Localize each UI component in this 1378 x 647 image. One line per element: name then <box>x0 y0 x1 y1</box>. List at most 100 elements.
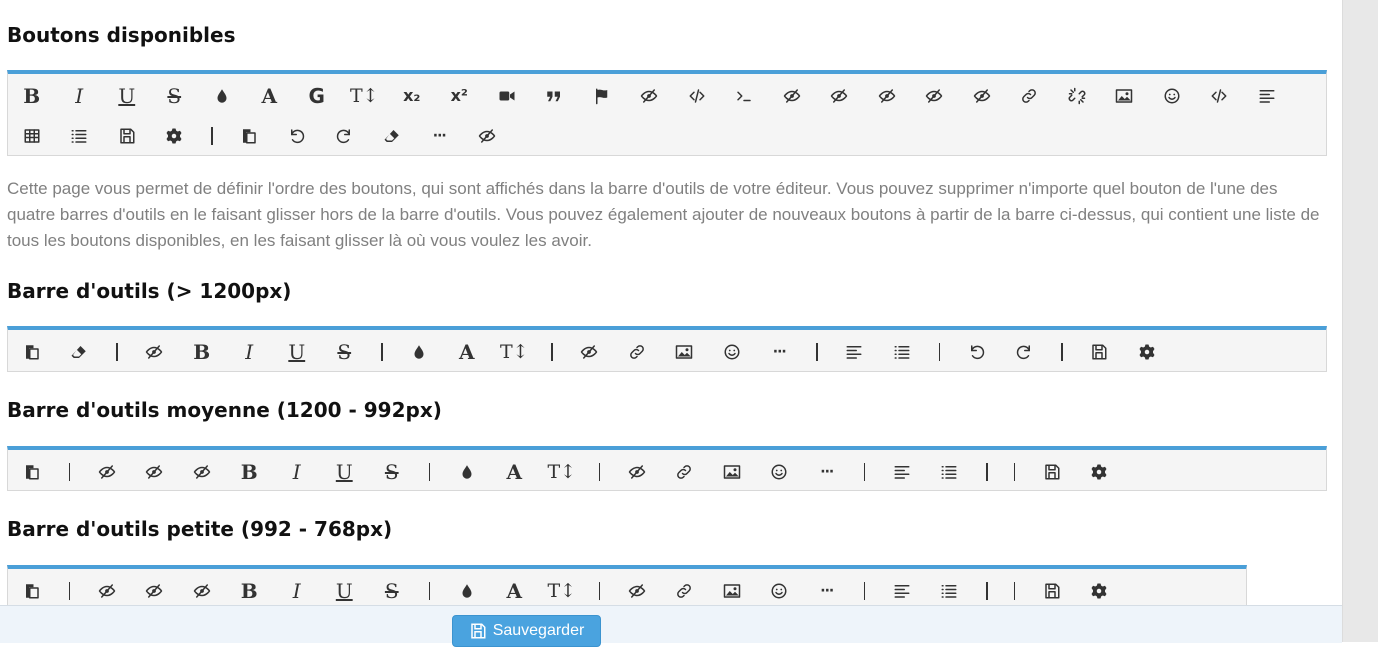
color-button[interactable] <box>396 334 444 370</box>
hidden-button[interactable] <box>613 573 661 609</box>
strike-button[interactable]: S <box>368 454 416 490</box>
available-buttons-toolbar[interactable]: B I U S A G T↕ x₂ x² ··· <box>7 70 1327 156</box>
italic-button[interactable]: I <box>273 573 321 609</box>
code-button[interactable] <box>1196 78 1244 114</box>
italic-button[interactable]: I <box>273 454 321 490</box>
undo-button[interactable] <box>953 334 1001 370</box>
subscript-button[interactable]: x₂ <box>388 78 436 114</box>
hidden-button[interactable] <box>131 573 179 609</box>
font-button[interactable]: A <box>443 334 491 370</box>
terminal-button[interactable] <box>721 78 769 114</box>
link-button[interactable] <box>661 573 709 609</box>
hidden-button[interactable] <box>131 454 179 490</box>
settings-button[interactable] <box>1076 573 1124 609</box>
color-button[interactable] <box>443 573 491 609</box>
settings-button[interactable] <box>1076 454 1124 490</box>
video-button[interactable] <box>483 78 531 114</box>
italic-button[interactable]: I <box>226 334 274 370</box>
hidden-button[interactable] <box>626 78 674 114</box>
ellipsis-button[interactable]: ··· <box>803 573 851 609</box>
emoji-button[interactable] <box>1148 78 1196 114</box>
paste-button[interactable] <box>8 334 56 370</box>
underline-button[interactable]: U <box>321 454 369 490</box>
code-button[interactable] <box>673 78 721 114</box>
hidden-button[interactable] <box>178 573 226 609</box>
emoji-button[interactable] <box>708 334 756 370</box>
strike-button[interactable]: S <box>321 334 369 370</box>
font-button[interactable]: A <box>246 78 294 114</box>
hidden-button[interactable] <box>613 454 661 490</box>
settings-button[interactable] <box>1123 334 1171 370</box>
eraser-button[interactable] <box>56 334 104 370</box>
paste-button[interactable] <box>8 454 56 490</box>
hidden-button[interactable] <box>816 78 864 114</box>
hidden-button[interactable] <box>566 334 614 370</box>
small-toolbar[interactable]: B I U S A T↕ ··· <box>7 565 1247 610</box>
strike-button[interactable]: S <box>151 78 199 114</box>
strike-button[interactable]: S <box>368 573 416 609</box>
save-button[interactable] <box>1076 334 1124 370</box>
align-button[interactable] <box>878 573 926 609</box>
ellipsis-button[interactable]: ··· <box>803 454 851 490</box>
redo-button[interactable] <box>1001 334 1049 370</box>
image-button[interactable] <box>661 334 709 370</box>
hidden-button[interactable] <box>83 573 131 609</box>
font-size-button[interactable]: T↕ <box>538 454 586 490</box>
list-button[interactable] <box>56 118 104 154</box>
list-button[interactable] <box>926 454 974 490</box>
hidden-button[interactable] <box>83 454 131 490</box>
list-button[interactable] <box>878 334 926 370</box>
font-button[interactable]: A <box>491 454 539 490</box>
hidden-button[interactable] <box>863 78 911 114</box>
page-scrollbar[interactable] <box>1342 0 1378 642</box>
underline-button[interactable]: U <box>103 78 151 114</box>
bold-button[interactable]: B <box>8 78 56 114</box>
save-button[interactable] <box>1028 454 1076 490</box>
image-button[interactable] <box>708 573 756 609</box>
font-size-button[interactable]: T↕ <box>341 78 389 114</box>
eraser-button[interactable] <box>368 118 416 154</box>
color-button[interactable] <box>443 454 491 490</box>
google-font-button[interactable]: G <box>293 78 341 114</box>
hidden-button[interactable] <box>463 118 511 154</box>
link-button[interactable] <box>661 454 709 490</box>
emoji-button[interactable] <box>756 573 804 609</box>
emoji-button[interactable] <box>756 454 804 490</box>
bold-button[interactable]: B <box>226 454 274 490</box>
save-button[interactable] <box>1028 573 1076 609</box>
font-button[interactable]: A <box>491 573 539 609</box>
table-button[interactable] <box>8 118 56 154</box>
align-button[interactable] <box>831 334 879 370</box>
link-button[interactable] <box>613 334 661 370</box>
font-size-button[interactable]: T↕ <box>538 573 586 609</box>
font-size-button[interactable]: T↕ <box>491 334 539 370</box>
medium-toolbar[interactable]: B I U S A T↕ ··· <box>7 446 1327 491</box>
link-button[interactable] <box>1006 78 1054 114</box>
bold-button[interactable]: B <box>226 573 274 609</box>
align-button[interactable] <box>878 454 926 490</box>
settings-button[interactable] <box>151 118 199 154</box>
bold-button[interactable]: B <box>178 334 226 370</box>
save-button[interactable] <box>103 118 151 154</box>
align-button[interactable] <box>1243 78 1291 114</box>
quote-button[interactable] <box>531 78 579 114</box>
paste-button[interactable] <box>226 118 274 154</box>
hidden-button[interactable] <box>131 334 179 370</box>
underline-button[interactable]: U <box>273 334 321 370</box>
image-button[interactable] <box>1101 78 1149 114</box>
hidden-button[interactable] <box>911 78 959 114</box>
hidden-button[interactable] <box>958 78 1006 114</box>
image-button[interactable] <box>708 454 756 490</box>
unlink-button[interactable] <box>1053 78 1101 114</box>
italic-button[interactable]: I <box>56 78 104 114</box>
hidden-button[interactable] <box>178 454 226 490</box>
ellipsis-button[interactable]: ··· <box>756 334 804 370</box>
redo-button[interactable] <box>321 118 369 154</box>
undo-button[interactable] <box>273 118 321 154</box>
large-toolbar[interactable]: B I U S A T↕ ··· <box>7 326 1327 372</box>
flag-button[interactable] <box>578 78 626 114</box>
save-button[interactable]: Sauvegarder <box>452 615 601 647</box>
list-button[interactable] <box>926 573 974 609</box>
superscript-button[interactable]: x² <box>436 78 484 114</box>
hidden-button[interactable] <box>768 78 816 114</box>
